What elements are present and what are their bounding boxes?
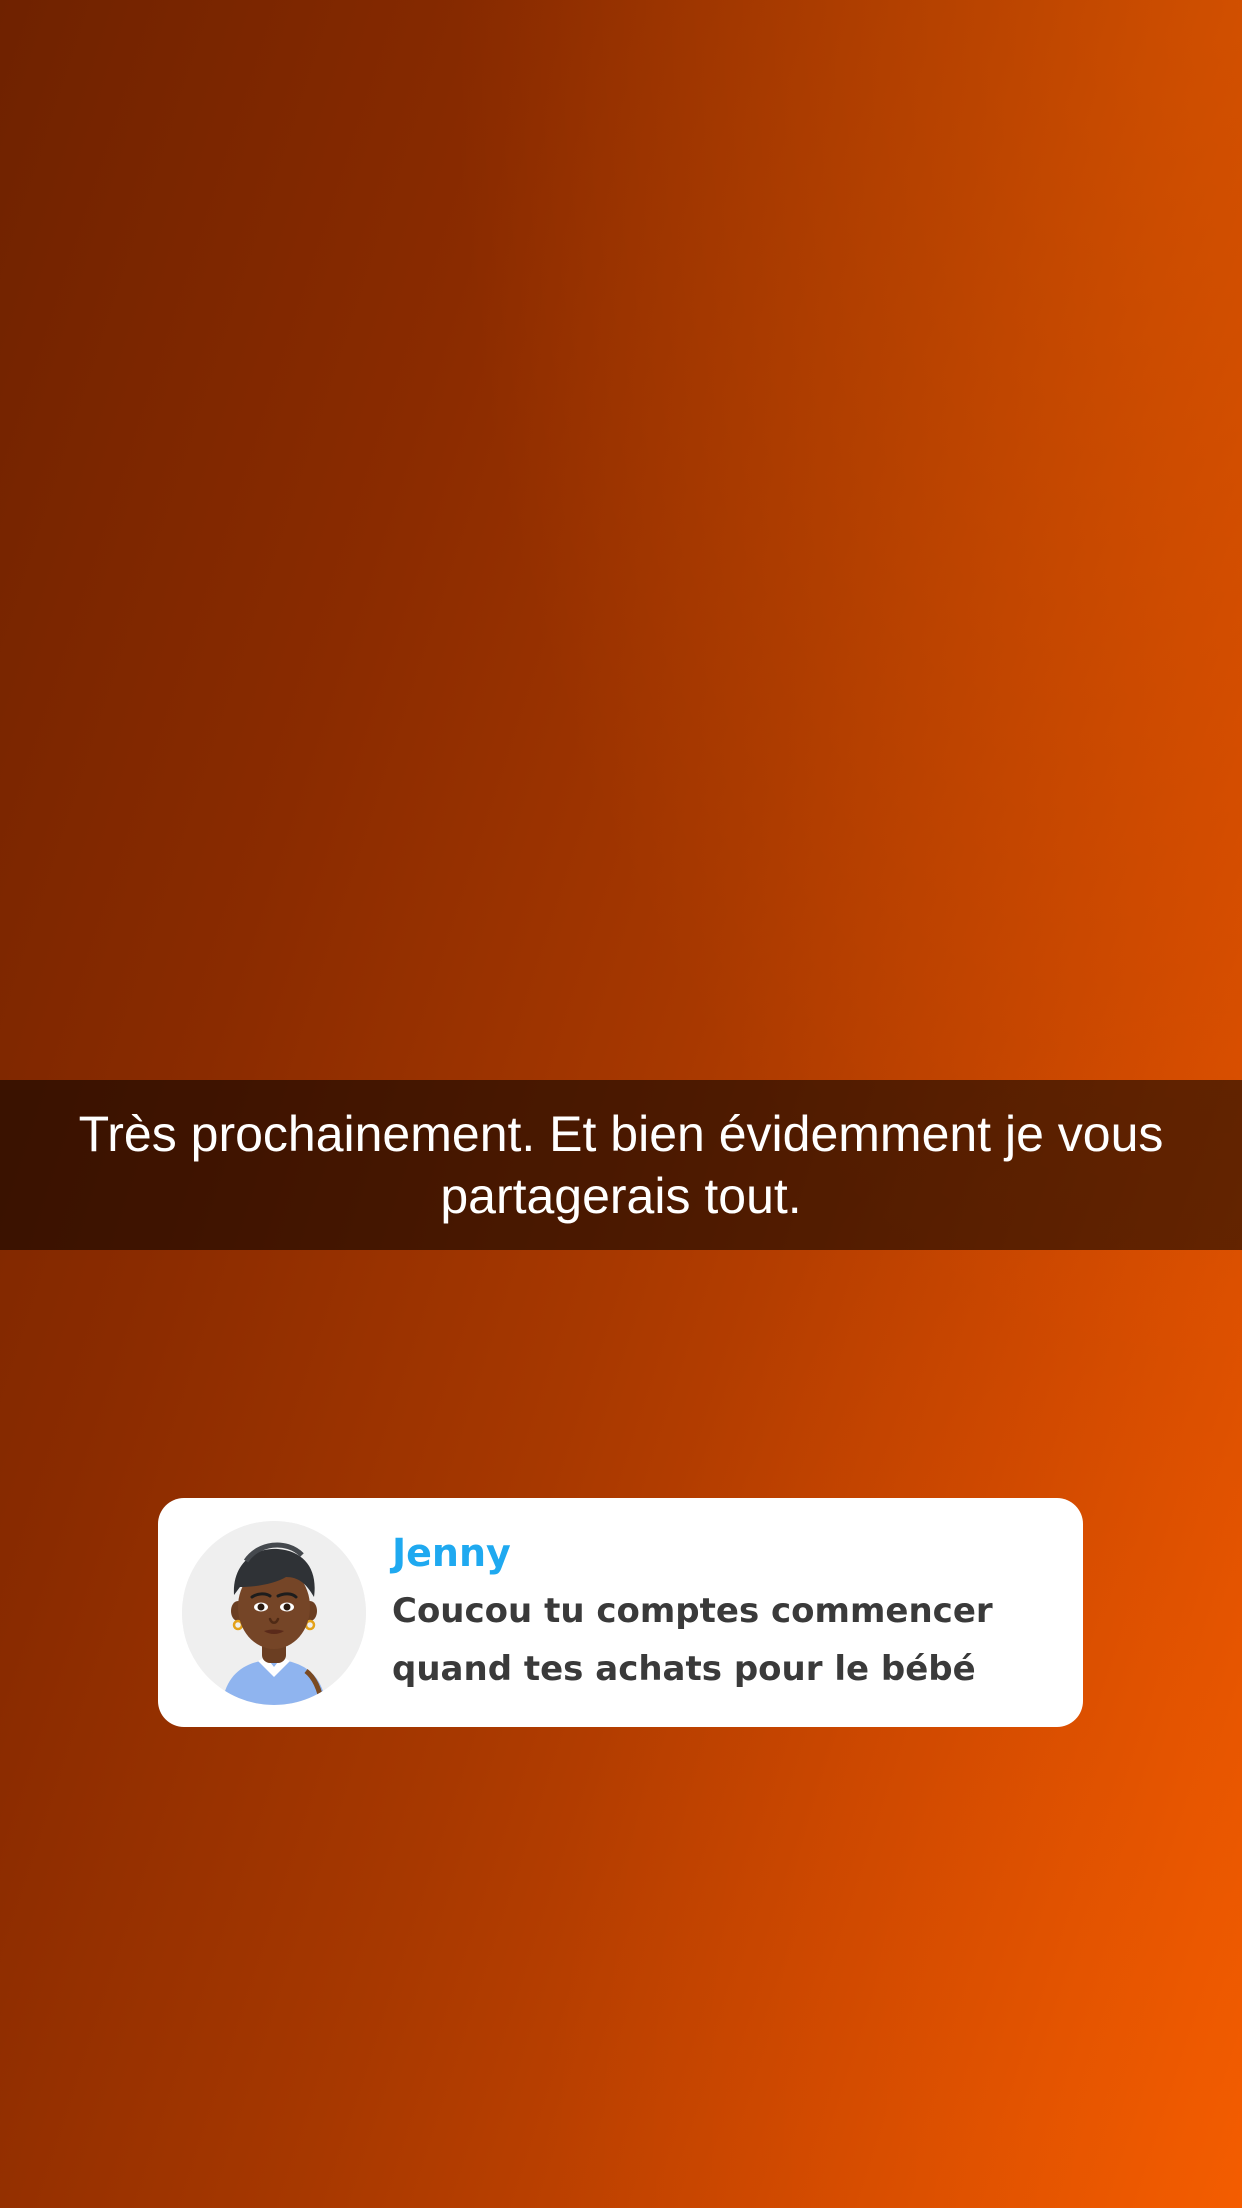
caption-text: Très prochainement. Et bien évidemment j…	[78, 1106, 1164, 1224]
chat-reply-sticker[interactable]: Jenny Coucou tu comptes commencer quand …	[158, 1498, 1083, 1727]
reply-body: Jenny Coucou tu comptes commencer quand …	[392, 1528, 1042, 1698]
bitmoji-avatar-icon	[182, 1520, 366, 1705]
caption-bar: Très prochainement. Et bien évidemment j…	[0, 1080, 1242, 1250]
message-text: Coucou tu comptes commencer quand tes ac…	[392, 1590, 993, 1689]
sender-name: Jenny	[392, 1530, 511, 1575]
